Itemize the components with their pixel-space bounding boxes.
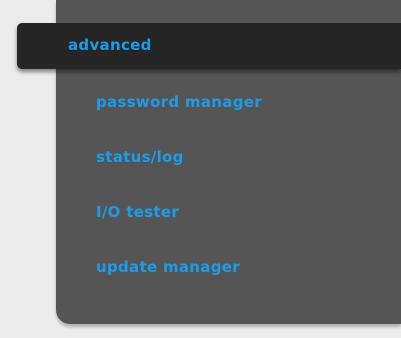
submenu-item-update-manager[interactable]: update manager: [96, 258, 240, 276]
submenu-item-password-manager[interactable]: password manager: [96, 93, 262, 111]
submenu-item-status-log[interactable]: status/log: [96, 148, 184, 166]
menu-item-advanced[interactable]: advanced: [17, 23, 401, 69]
submenu-item-io-tester[interactable]: I/O tester: [96, 203, 179, 221]
menu-item-advanced-label: advanced: [68, 36, 152, 54]
